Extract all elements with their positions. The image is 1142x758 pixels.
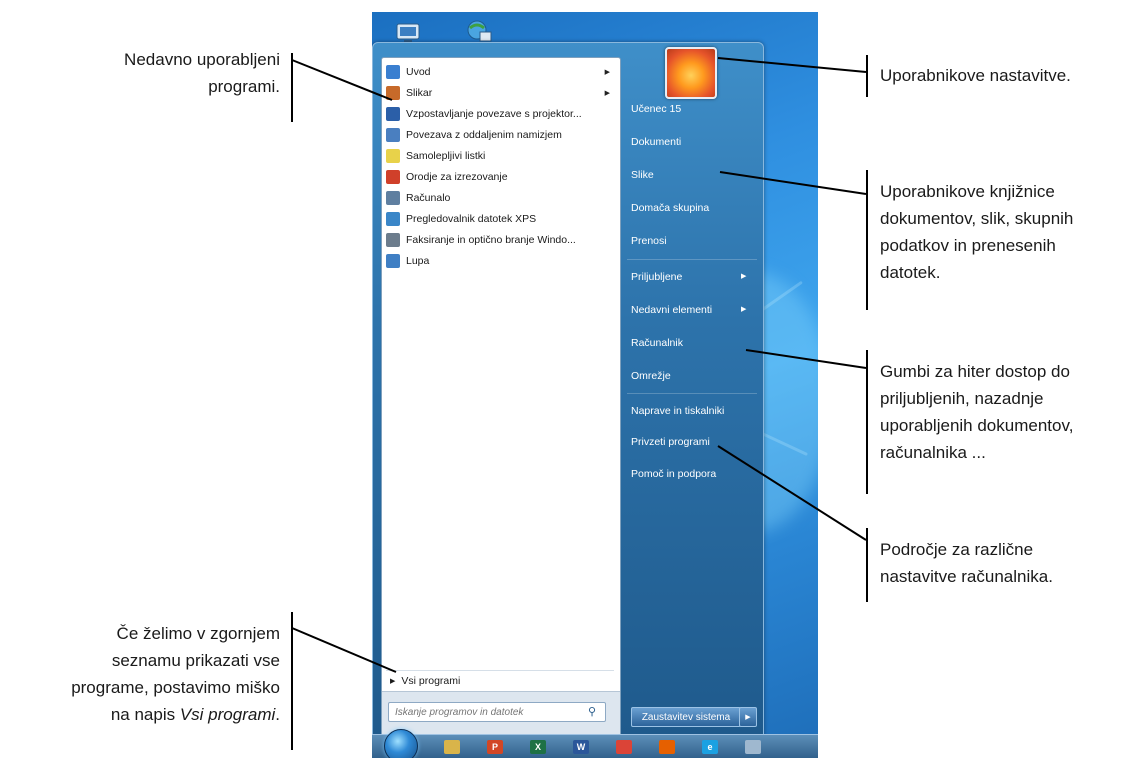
annotation-line: programi. (208, 77, 280, 96)
annotation-emphasis: Vsi programi (179, 705, 276, 724)
annotation-line: Gumbi za hiter dostop do (880, 362, 1070, 381)
leader-line-quick-buttons (745, 349, 867, 369)
annotation-line: priljubljenih, nazadnje (880, 389, 1044, 408)
annotation-libraries: Uporabnikove knjižnice dokumentov, slik,… (880, 178, 1073, 286)
leader-line-all-programs (291, 627, 397, 673)
annotation-line: Uporabnikove nastavitve. (880, 66, 1071, 85)
bracket-user-settings (866, 55, 868, 97)
annotation-user-settings: Uporabnikove nastavitve. (880, 62, 1071, 89)
annotation-line: na napis Vsi programi. (71, 701, 280, 728)
annotation-text: na napis (110, 705, 180, 724)
annotation-line: seznamu prikazati vse (111, 651, 280, 670)
annotation-line: Področje za različne (880, 540, 1034, 559)
leader-line-libraries (719, 171, 867, 195)
annotation-line: Uporabnikove knjižnice (880, 182, 1055, 201)
bracket-recent-programs (291, 53, 293, 122)
annotation-settings-area: Področje za različne nastavitve računaln… (880, 536, 1053, 590)
bracket-libraries (866, 170, 868, 310)
annotation-all-programs: Če želimo v zgornjem seznamu prikazati v… (71, 620, 280, 728)
leader-line-recent-programs (291, 59, 393, 101)
annotation-line: Nedavno uporabljeni (124, 50, 280, 69)
annotation-line: programe, postavimo miško (71, 678, 280, 697)
annotation-line: dokumentov, slik, skupnih (880, 209, 1074, 228)
annotation-line: uporabljenih dokumentov, (880, 416, 1074, 435)
leader-line-user-settings (717, 57, 867, 73)
annotation-line: datotek. (880, 263, 941, 282)
annotation-recent-programs: Nedavno uporabljeni programi. (124, 46, 280, 100)
annotation-text: . (275, 705, 280, 724)
bracket-all-programs (291, 612, 293, 750)
leader-line-settings-area (717, 445, 867, 541)
annotation-line: računalnika ... (880, 443, 986, 462)
annotation-line: nastavitve računalnika. (880, 567, 1053, 586)
annotation-quick-buttons: Gumbi za hiter dostop do priljubljenih, … (880, 358, 1073, 466)
bracket-settings-area (866, 528, 868, 602)
bracket-quick-buttons (866, 350, 868, 494)
annotation-line: Če želimo v zgornjem (116, 624, 280, 643)
annotation-line: podatkov in prenesenih (880, 236, 1056, 255)
